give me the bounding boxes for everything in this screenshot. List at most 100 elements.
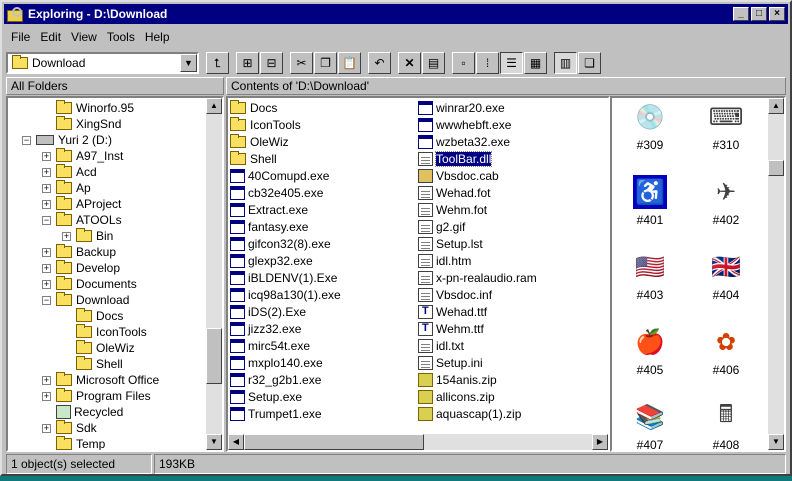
icon-cell[interactable]: 🇬🇧 #404 bbox=[696, 250, 756, 303]
file-item-selected[interactable]: ToolBar.dll bbox=[418, 150, 493, 167]
scroll-down-arrow-icon[interactable]: ▼ bbox=[206, 434, 222, 450]
file-item[interactable]: g2.gif bbox=[418, 218, 465, 235]
scroll-up-arrow-icon[interactable]: ▲ bbox=[206, 98, 222, 114]
scroll-left-arrow-icon[interactable]: ◀ bbox=[228, 434, 244, 450]
file-item[interactable]: idl.txt bbox=[418, 337, 464, 354]
tree-item[interactable]: Yuri 2 (D:) bbox=[36, 132, 112, 148]
tree-item[interactable]: Docs bbox=[76, 308, 123, 324]
tree-expand-toggle[interactable]: + bbox=[42, 168, 51, 177]
icon-viewer[interactable]: 💿 #309 ⌨ #310 ♿ #401 ✈ #402 🇺🇸 #403 🇬🇧 #404 🍎 #405 ✿ #4… bbox=[610, 96, 786, 452]
tree-item[interactable]: IconTools bbox=[76, 324, 147, 340]
menu-file[interactable]: File bbox=[6, 30, 35, 44]
icon-cell[interactable]: ♿ #401 bbox=[620, 175, 680, 227]
tree-expand-toggle[interactable]: − bbox=[22, 136, 31, 145]
files-scroll-thumb[interactable] bbox=[244, 434, 424, 450]
tree-item[interactable]: Bin bbox=[76, 228, 113, 244]
title-bar[interactable]: Exploring - D:\Download _ □ × bbox=[4, 4, 788, 24]
tree-expand-toggle[interactable]: + bbox=[42, 200, 51, 209]
list-button[interactable]: ☰ bbox=[500, 52, 523, 74]
details-button[interactable]: ▦ bbox=[524, 52, 547, 74]
file-item[interactable]: IconTools bbox=[230, 116, 301, 133]
view-toggle-button[interactable]: ▥ bbox=[554, 52, 577, 74]
tree-item[interactable]: ATOOLs bbox=[56, 212, 122, 228]
menu-tools[interactable]: Tools bbox=[102, 30, 140, 44]
map-drive-button[interactable]: ⊞ bbox=[236, 52, 259, 74]
tree-item[interactable]: AProject bbox=[56, 196, 121, 212]
file-item[interactable]: gifcon32(8).exe bbox=[230, 235, 331, 252]
minimize-button[interactable]: _ bbox=[733, 7, 749, 21]
disconnect-drive-button[interactable]: ⊟ bbox=[260, 52, 283, 74]
icons-vertical-scrollbar[interactable]: ▲ ▼ bbox=[768, 98, 784, 450]
files-horizontal-scrollbar[interactable]: ◀ ▶ bbox=[228, 434, 608, 450]
tree-expand-toggle[interactable]: − bbox=[42, 296, 51, 305]
file-item[interactable]: mxplo140.exe bbox=[230, 354, 323, 371]
tree-expand-toggle[interactable]: + bbox=[42, 392, 51, 401]
tree-item[interactable]: Winorfo.95 bbox=[56, 100, 134, 116]
tree-item[interactable]: Backup bbox=[56, 244, 116, 260]
file-item[interactable]: Trumpet1.exe bbox=[230, 405, 322, 422]
file-item[interactable]: iDS(2).Exe bbox=[230, 303, 306, 320]
properties-button[interactable]: ▤ bbox=[422, 52, 445, 74]
large-icons-button[interactable]: ▫ bbox=[452, 52, 475, 74]
icon-cell[interactable]: ⌨ #310 bbox=[696, 100, 756, 153]
up-one-level-button[interactable]: ⮤ bbox=[206, 52, 229, 74]
scroll-up-arrow-icon[interactable]: ▲ bbox=[768, 98, 784, 114]
file-item[interactable]: iBLDENV(1).Exe bbox=[230, 269, 337, 286]
file-item[interactable]: 40Comupd.exe bbox=[230, 167, 329, 184]
tree-item[interactable]: Recycled bbox=[56, 404, 123, 420]
file-item[interactable]: Vbsdoc.inf bbox=[418, 286, 492, 303]
file-item[interactable]: Setup.lst bbox=[418, 235, 483, 252]
file-item[interactable]: Wehad.fot bbox=[418, 184, 490, 201]
file-item[interactable]: Vbsdoc.cab bbox=[418, 167, 499, 184]
file-item[interactable]: Setup.exe bbox=[230, 388, 302, 405]
file-item[interactable]: OleWiz bbox=[230, 133, 289, 150]
file-item[interactable]: Docs bbox=[230, 99, 277, 116]
icon-cell[interactable]: 🍎 #405 bbox=[620, 325, 680, 378]
tree-item[interactable]: Microsoft Office bbox=[56, 372, 159, 388]
address-combo[interactable]: Download ▼ bbox=[6, 52, 199, 74]
file-item[interactable]: Wehm.fot bbox=[418, 201, 487, 218]
scroll-down-arrow-icon[interactable]: ▼ bbox=[768, 434, 784, 450]
tree-expand-toggle[interactable]: + bbox=[42, 280, 51, 289]
tree-item[interactable]: Ap bbox=[56, 180, 91, 196]
chevron-down-icon[interactable]: ▼ bbox=[180, 54, 197, 72]
tree-expand-toggle[interactable]: + bbox=[42, 184, 51, 193]
maximize-button[interactable]: □ bbox=[751, 7, 767, 21]
file-item[interactable]: aquascap(1).zip bbox=[418, 405, 521, 422]
paste-button[interactable]: 📋 bbox=[338, 52, 361, 74]
folder-tree[interactable]: Winorfo.95 XingSnd − Yuri 2 (D:) + A97_Inst + A… bbox=[6, 96, 224, 452]
tree-expand-toggle[interactable]: − bbox=[42, 216, 51, 225]
copy-button[interactable]: ❐ bbox=[314, 52, 337, 74]
tree-item[interactable]: Acd bbox=[56, 164, 97, 180]
file-item[interactable]: Extract.exe bbox=[230, 201, 308, 218]
file-item[interactable]: Wehad.ttf bbox=[418, 303, 487, 320]
file-item[interactable]: glexp32.exe bbox=[230, 252, 313, 269]
tree-expand-toggle[interactable]: + bbox=[62, 232, 71, 241]
tree-item[interactable]: Sdk bbox=[56, 420, 97, 436]
tree-item[interactable]: Download bbox=[56, 292, 129, 308]
tree-item[interactable]: Temp bbox=[56, 436, 105, 450]
small-icons-button[interactable]: ⁞ bbox=[476, 52, 499, 74]
menu-view[interactable]: View bbox=[66, 30, 102, 44]
tree-vertical-scrollbar[interactable]: ▲ ▼ bbox=[206, 98, 222, 450]
close-button[interactable]: × bbox=[769, 7, 785, 21]
file-item[interactable]: icq98a130(1).exe bbox=[230, 286, 341, 303]
tree-item[interactable]: Documents bbox=[56, 276, 137, 292]
tree-expand-toggle[interactable]: + bbox=[42, 152, 51, 161]
menu-edit[interactable]: Edit bbox=[35, 30, 66, 44]
file-item[interactable]: 154anis.zip bbox=[418, 371, 497, 388]
icon-cell[interactable]: 💿 #309 bbox=[620, 100, 680, 153]
file-item[interactable]: mirc54t.exe bbox=[230, 337, 310, 354]
tree-item[interactable]: A97_Inst bbox=[56, 148, 123, 164]
file-item[interactable]: winrar20.exe bbox=[418, 99, 505, 116]
tree-item[interactable]: Program Files bbox=[56, 388, 151, 404]
cut-button[interactable]: ✂ bbox=[290, 52, 313, 74]
file-item[interactable]: Shell bbox=[230, 150, 277, 167]
file-item[interactable]: wwwhebft.exe bbox=[418, 116, 511, 133]
tree-item[interactable]: Develop bbox=[56, 260, 120, 276]
scroll-right-arrow-icon[interactable]: ▶ bbox=[592, 434, 608, 450]
tree-expand-toggle[interactable]: + bbox=[42, 424, 51, 433]
delete-button[interactable]: ✕ bbox=[398, 52, 421, 74]
file-list[interactable]: Docs IconTools OleWiz Shell 40Comupd.exe cb32… bbox=[226, 96, 610, 452]
tree-item[interactable]: Shell bbox=[76, 356, 123, 372]
